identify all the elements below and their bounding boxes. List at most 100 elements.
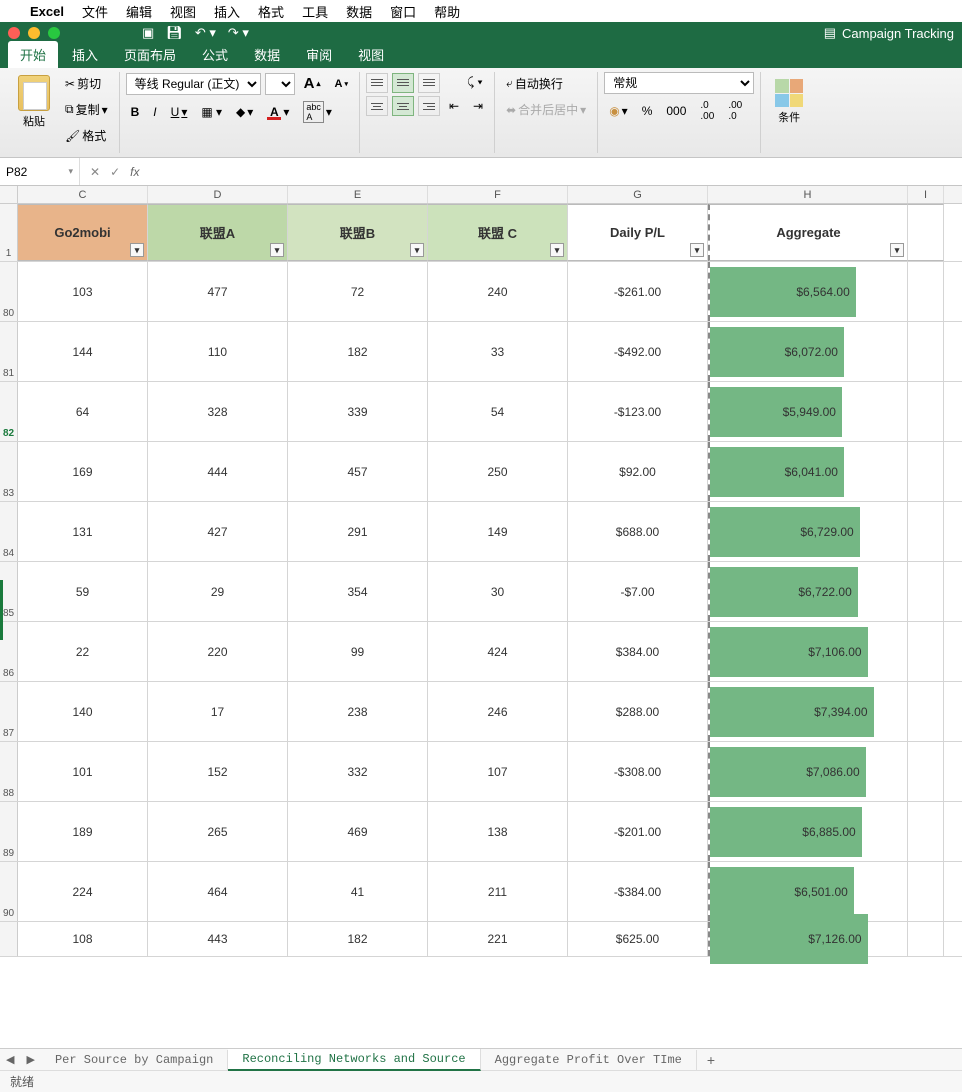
menu-view[interactable]: 视图	[170, 2, 196, 21]
cell[interactable]: 354	[288, 562, 428, 621]
header-cell-go2mobi[interactable]: Go2mobi▾	[18, 204, 148, 261]
cell-aggregate[interactable]: $7,106.00	[708, 622, 908, 681]
increase-font-button[interactable]: A▴	[299, 72, 326, 95]
cell[interactable]: $688.00	[568, 502, 708, 561]
cell[interactable]: 221	[428, 922, 568, 956]
row-header[interactable]: 83	[0, 442, 18, 501]
add-sheet-button[interactable]: +	[697, 1052, 725, 1068]
ribbon-tab-view[interactable]: 视图	[346, 41, 396, 68]
sheet-tab-per-source[interactable]: Per Source by Campaign	[41, 1050, 228, 1070]
cell[interactable]: -$261.00	[568, 262, 708, 321]
cell[interactable]: 138	[428, 802, 568, 861]
font-name-select[interactable]: 等线 Regular (正文)	[126, 73, 261, 95]
header-cell-daily-pl[interactable]: Daily P/L▾	[568, 204, 708, 261]
border-button[interactable]: ▦ ▾	[196, 102, 227, 122]
header-cell-empty[interactable]	[908, 204, 944, 261]
sheet-tab-aggregate-profit[interactable]: Aggregate Profit Over TIme	[481, 1050, 697, 1070]
cell[interactable]: $92.00	[568, 442, 708, 501]
cell[interactable]	[908, 742, 944, 801]
row-header[interactable]: 82	[0, 382, 18, 441]
cell[interactable]: 108	[18, 922, 148, 956]
cell[interactable]: 246	[428, 682, 568, 741]
cell[interactable]: 33	[428, 322, 568, 381]
menu-format[interactable]: 格式	[258, 2, 284, 21]
row-header[interactable]: 88	[0, 742, 18, 801]
cell[interactable]: 72	[288, 262, 428, 321]
align-middle-button[interactable]	[392, 73, 414, 93]
cell[interactable]: 443	[148, 922, 288, 956]
orientation-button[interactable]: ⤹ ▾	[462, 72, 488, 93]
align-top-button[interactable]	[366, 73, 388, 93]
filter-icon[interactable]: ▾	[410, 243, 424, 257]
filter-icon[interactable]: ▾	[270, 243, 284, 257]
cell[interactable]	[908, 322, 944, 381]
cell[interactable]	[908, 442, 944, 501]
cell[interactable]: 101	[18, 742, 148, 801]
cell[interactable]: 30	[428, 562, 568, 621]
row-header[interactable]: 90	[0, 862, 18, 921]
filter-icon[interactable]: ▾	[130, 243, 144, 257]
cell[interactable]: 291	[288, 502, 428, 561]
cell[interactable]: 152	[148, 742, 288, 801]
formula-input[interactable]	[149, 165, 962, 179]
bold-button[interactable]: B	[126, 102, 145, 122]
cell[interactable]: 169	[18, 442, 148, 501]
increase-decimal-button[interactable]: .0.00	[695, 97, 719, 125]
cell[interactable]: 107	[428, 742, 568, 801]
cell[interactable]: 149	[428, 502, 568, 561]
cell[interactable]: 103	[18, 262, 148, 321]
increase-indent-button[interactable]: ⇥	[468, 96, 488, 116]
cell[interactable]: -$308.00	[568, 742, 708, 801]
cell[interactable]: 41	[288, 862, 428, 921]
font-color-button[interactable]: A ▾	[262, 102, 294, 123]
sheet-nav-next[interactable]: ▶	[20, 1053, 40, 1067]
cell-aggregate[interactable]: $7,086.00	[708, 742, 908, 801]
currency-button[interactable]: ◉ ▾	[604, 101, 633, 121]
menu-edit[interactable]: 编辑	[126, 2, 152, 21]
cell[interactable]: 339	[288, 382, 428, 441]
qat-save-icon[interactable]: 💾︎	[166, 25, 183, 41]
cell[interactable]: 424	[428, 622, 568, 681]
cell[interactable]: -$123.00	[568, 382, 708, 441]
copy-button[interactable]: ⧉复制 ▾	[60, 98, 113, 121]
row-header[interactable]	[0, 922, 18, 956]
cell[interactable]	[908, 682, 944, 741]
comma-button[interactable]: 000	[661, 101, 691, 121]
menu-file[interactable]: 文件	[82, 2, 108, 21]
cell[interactable]: 220	[148, 622, 288, 681]
cell[interactable]: 328	[148, 382, 288, 441]
underline-button[interactable]: U ▾	[166, 102, 193, 122]
app-name[interactable]: Excel	[30, 4, 64, 19]
ribbon-tab-data[interactable]: 数据	[242, 41, 292, 68]
cell-aggregate[interactable]: $5,949.00	[708, 382, 908, 441]
conditional-formatting-button[interactable]: 条件	[767, 72, 811, 132]
merge-center-button[interactable]: ⬌ 合并后居中 ▾	[501, 98, 591, 121]
ribbon-tab-page-layout[interactable]: 页面布局	[112, 41, 188, 68]
cell[interactable]: 265	[148, 802, 288, 861]
cell[interactable]: 144	[18, 322, 148, 381]
decrease-indent-button[interactable]: ⇤	[444, 96, 464, 116]
align-center-button[interactable]	[392, 96, 414, 116]
row-header[interactable]: 84	[0, 502, 18, 561]
cell[interactable]	[908, 862, 944, 921]
menu-tools[interactable]: 工具	[302, 2, 328, 21]
cell-aggregate[interactable]: $7,394.00	[708, 682, 908, 741]
phonetic-button[interactable]: abcA ▾	[298, 98, 337, 126]
menu-window[interactable]: 窗口	[390, 2, 416, 21]
cell[interactable]: 427	[148, 502, 288, 561]
cell[interactable]: 477	[148, 262, 288, 321]
cancel-icon[interactable]: ✕	[90, 165, 100, 179]
header-cell-alliance-b[interactable]: 联盟B▾	[288, 204, 428, 261]
cell[interactable]	[908, 502, 944, 561]
col-header-I[interactable]: I	[908, 186, 944, 203]
filter-icon[interactable]: ▾	[550, 243, 564, 257]
cell-aggregate[interactable]: $6,041.00	[708, 442, 908, 501]
row-header[interactable]: 89	[0, 802, 18, 861]
decrease-decimal-button[interactable]: .00.0	[723, 97, 747, 125]
fill-color-button[interactable]: ◆ ▾	[231, 102, 258, 122]
wrap-text-button[interactable]: ⤶ 自动换行	[501, 72, 568, 95]
cell[interactable]: 224	[18, 862, 148, 921]
fx-icon[interactable]: fx	[130, 165, 139, 179]
italic-button[interactable]: I	[148, 102, 161, 122]
cell[interactable]	[908, 922, 944, 956]
